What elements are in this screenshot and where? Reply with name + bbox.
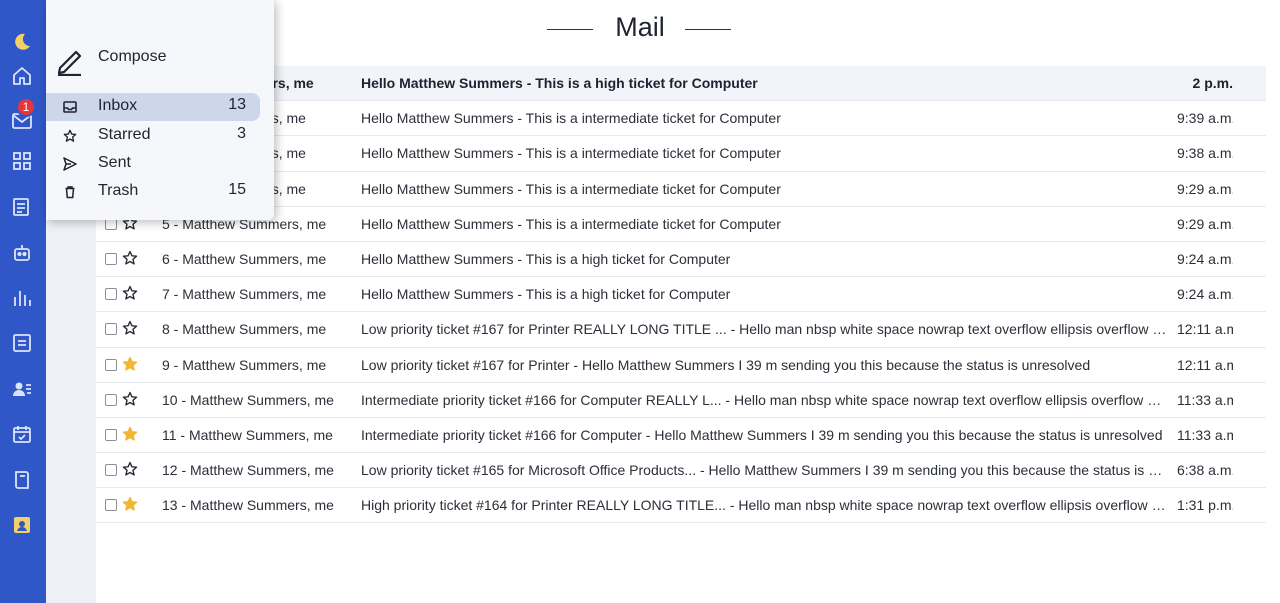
table-row[interactable]: 12 - Matthew Summers, me Low priority tic…: [96, 453, 1266, 489]
row-subject: Hello Matthew Summers - This is a interm…: [361, 215, 781, 232]
row-time: 9:29 a.m.: [1177, 215, 1233, 232]
row-checkbox[interactable]: [105, 428, 117, 441]
row-subject: Hello Matthew Summers - This is a interm…: [361, 180, 781, 197]
star-icon[interactable]: [122, 496, 138, 512]
row-checkbox[interactable]: [105, 252, 117, 265]
row-checkbox[interactable]: [105, 323, 117, 336]
row-sender: 6 - Matthew Summers, me: [162, 250, 327, 267]
document-icon[interactable]: [9, 194, 35, 220]
inbox-icon: [63, 101, 77, 113]
row-subject: Hello Matthew Summers - This is a high t…: [361, 75, 758, 91]
row-subject: Hello Matthew Summers - This is a high t…: [361, 286, 731, 303]
row-sender: 10 - Matthew Summers, me: [162, 391, 334, 408]
row-subject: Low priority ticket #165 for Microsoft O…: [361, 462, 1167, 479]
star-icon: [63, 129, 77, 142]
row-checkbox[interactable]: [105, 464, 117, 477]
table-row[interactable]: 11 - Matthew Summers, me Intermediate pri…: [96, 418, 1266, 454]
row-time: 12:11 a.m.: [1177, 356, 1233, 373]
row-subject: Low priority ticket #167 for Printer - H…: [361, 356, 1091, 373]
star-icon[interactable]: [122, 320, 138, 336]
home-icon[interactable]: [9, 63, 35, 89]
row-sender: 13 - Matthew Summers, me: [162, 497, 334, 514]
row-sender: 11 - Matthew Summers, me: [162, 426, 333, 443]
star-icon[interactable]: [122, 356, 138, 372]
compose-button[interactable]: Compose: [56, 44, 266, 80]
chart-icon[interactable]: [9, 285, 35, 311]
table-row[interactable]: 9 - Matthew Summers, me Low priority tick…: [96, 348, 1266, 383]
row-subject: Hello Matthew Summers - This is a high t…: [361, 250, 731, 267]
row-time: 11:33 a.m.: [1177, 426, 1233, 443]
row-time: 9:24 a.m.: [1177, 286, 1233, 303]
apps-grid-icon[interactable]: [9, 148, 35, 174]
row-subject: Hello Matthew Summers - This is a interm…: [361, 110, 781, 127]
row-subject: High priority ticket #164 for Printer RE…: [361, 497, 1167, 514]
menu-item-label: Sent: [98, 154, 131, 171]
unread-badge: 1: [16, 97, 36, 117]
menu-item-count: 15: [228, 181, 246, 198]
row-subject: Hello Matthew Summers - This is a interm…: [361, 145, 781, 162]
compose-label: Compose: [98, 48, 167, 65]
pencil-icon: [57, 50, 82, 76]
table-row[interactable]: 10 - Matthew Summers, me Intermediate pri…: [96, 383, 1266, 418]
row-time: 6:38 a.m.: [1177, 462, 1233, 479]
row-time: 9:39 a.m.: [1177, 110, 1233, 127]
table-row[interactable]: 7 - Matthew Summers, me Hello Matthew Sum…: [96, 277, 1266, 313]
book-icon[interactable]: [9, 467, 35, 493]
row-checkbox[interactable]: [105, 358, 117, 371]
row-sender: 8 - Matthew Summers, me: [162, 321, 327, 338]
menu-item-inbox[interactable]: Inbox 13: [46, 93, 260, 121]
star-icon[interactable]: [122, 461, 138, 477]
star-icon[interactable]: [122, 426, 138, 442]
row-subject: Intermediate priority ticket #166 for Co…: [361, 391, 1167, 408]
row-time: 11:33 a.m.: [1177, 391, 1233, 408]
table-row[interactable]: 8 - Matthew Summers, me Low priority tick…: [96, 312, 1266, 348]
row-time: 2 p.m.: [1192, 75, 1233, 91]
row-time: 12:11 a.m.: [1177, 321, 1233, 338]
menu-item-starred[interactable]: Starred 3: [46, 122, 260, 150]
star-icon[interactable]: [122, 250, 138, 266]
star-icon[interactable]: [122, 391, 138, 407]
row-sender: 12 - Matthew Summers, me: [162, 462, 334, 479]
row-checkbox[interactable]: [105, 499, 117, 512]
row-subject: Intermediate priority ticket #166 for Co…: [361, 426, 1163, 443]
badge-icon[interactable]: [9, 512, 35, 538]
menu-item-label: Trash: [98, 182, 139, 199]
row-time: 1:31 p.m.: [1177, 497, 1233, 514]
table-row[interactable]: 13 - Matthew Summers, me High priority ti…: [96, 488, 1266, 524]
row-subject: Low priority ticket #167 for Printer REA…: [361, 321, 1167, 338]
menu-item-count: 3: [237, 125, 246, 142]
row-time: 9:38 a.m.: [1177, 145, 1233, 162]
row-sender: 9 - Matthew Summers, me: [162, 356, 327, 373]
menu-item-label: Starred: [98, 126, 151, 143]
trash-icon: [65, 186, 75, 199]
app-rail: 1: [0, 0, 46, 603]
calendar-icon[interactable]: [9, 421, 35, 447]
row-sender: 7 - Matthew Summers, me: [162, 286, 327, 303]
list-icon[interactable]: [9, 330, 35, 356]
robot-icon[interactable]: [9, 240, 35, 266]
contacts-icon[interactable]: [9, 376, 35, 402]
row-time: 9:24 a.m.: [1177, 250, 1233, 267]
moon-icon[interactable]: [9, 29, 35, 55]
row-time: 9:29 a.m.: [1177, 180, 1233, 197]
menu-item-count: 13: [228, 96, 246, 113]
mail-folder-menu: Compose Inbox 13 Starred 3 Sent Trash 15: [46, 0, 274, 220]
table-row[interactable]: 6 - Matthew Summers, me Hello Matthew Sum…: [96, 242, 1266, 278]
menu-item-trash[interactable]: Trash 15: [46, 178, 260, 206]
send-icon: [63, 157, 77, 171]
menu-item-label: Inbox: [98, 97, 138, 114]
row-checkbox[interactable]: [105, 393, 117, 406]
menu-item-sent[interactable]: Sent: [46, 150, 260, 178]
title-divider-right: [685, 29, 731, 30]
star-icon[interactable]: [122, 285, 138, 301]
row-checkbox[interactable]: [105, 288, 117, 301]
